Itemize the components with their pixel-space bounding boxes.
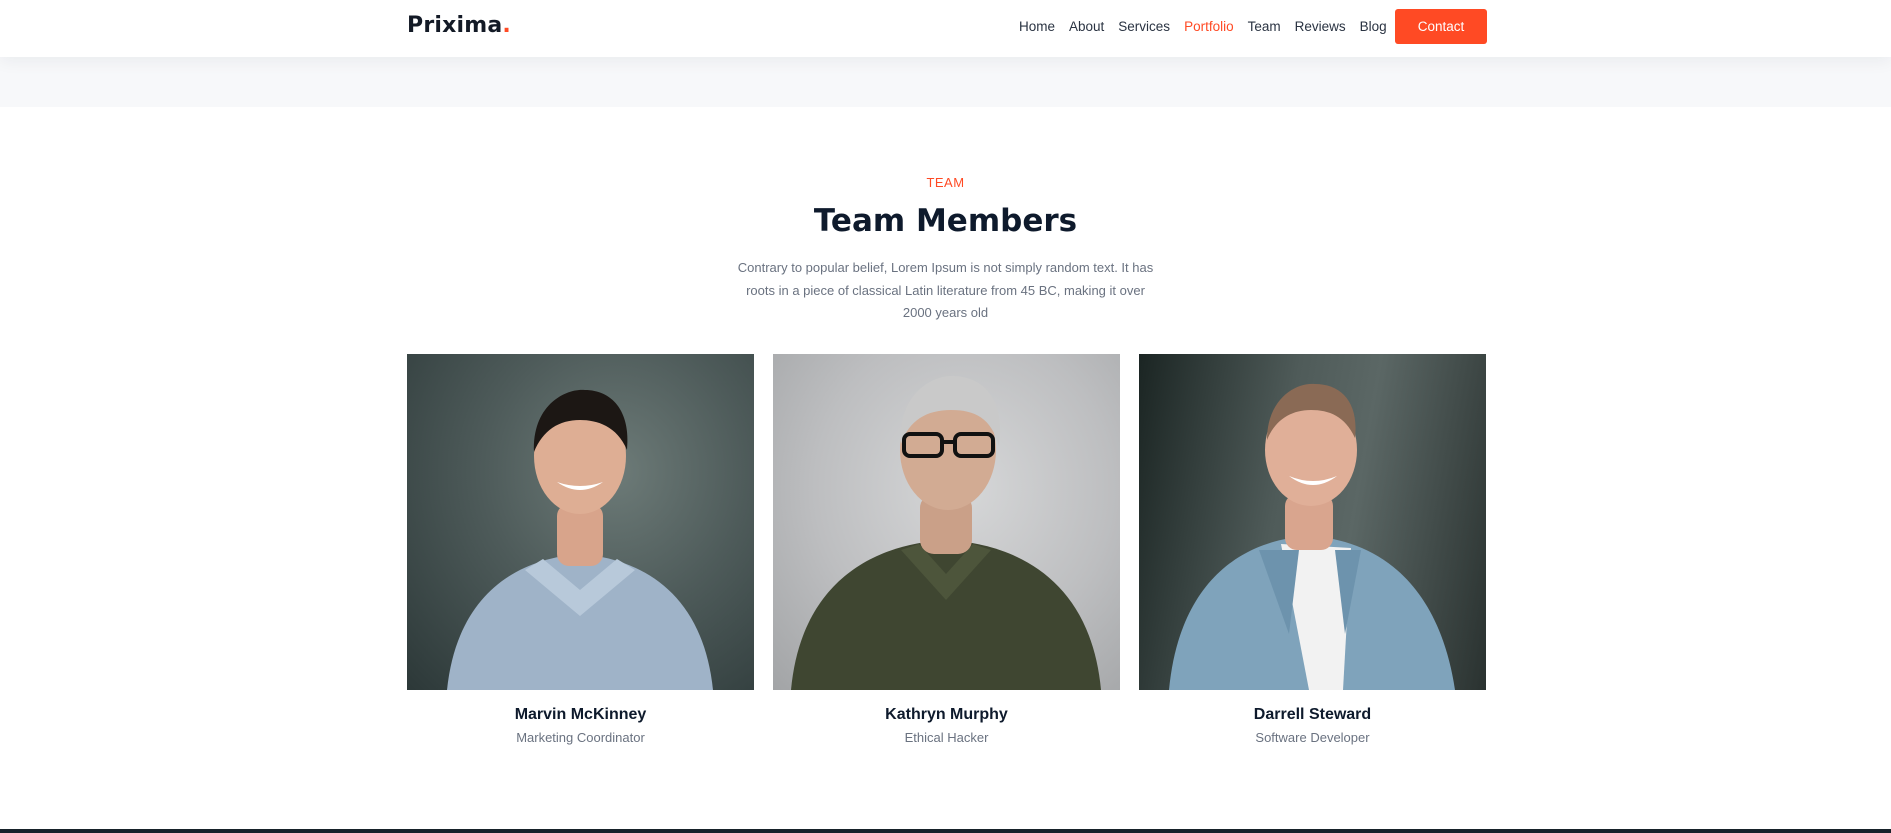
team-member-role: Ethical Hacker	[904, 730, 989, 745]
team-member-photo	[773, 354, 1120, 690]
team-card: Kathryn Murphy Ethical Hacker	[773, 354, 1120, 745]
team-card: Marvin McKinney Marketing Coordinator	[407, 354, 754, 745]
team-member-name: Darrell Steward	[1253, 706, 1372, 723]
team-member-photo	[1139, 354, 1486, 690]
brand-name: Prixima	[407, 13, 503, 38]
nav-item-services[interactable]: Services	[1118, 19, 1170, 34]
person-portrait-icon	[791, 375, 1101, 690]
section-label: TEAM	[926, 175, 965, 190]
nav-item-about[interactable]: About	[1069, 19, 1104, 34]
team-member-photo	[407, 354, 754, 690]
nav-item-blog[interactable]: Blog	[1360, 19, 1387, 34]
team-member-role: Marketing Coordinator	[516, 730, 645, 745]
brand-dot: .	[502, 13, 511, 38]
person-portrait-icon	[1169, 383, 1455, 690]
site-header: Prixima. Home About Services Portfolio T…	[0, 0, 1891, 57]
team-member-role: Software Developer	[1255, 730, 1370, 745]
footer-top-edge	[0, 829, 1891, 833]
brand-logo[interactable]: Prixima.	[407, 13, 511, 38]
team-member-name: Kathryn Murphy	[885, 706, 1008, 723]
team-card: Darrell Steward Software Developer	[1139, 354, 1486, 745]
nav-item-reviews[interactable]: Reviews	[1295, 19, 1346, 34]
team-member-name: Marvin McKinney	[514, 706, 647, 723]
hero-bottom-band	[0, 57, 1891, 107]
nav-item-home[interactable]: Home	[1019, 19, 1055, 34]
person-portrait-icon	[447, 389, 713, 690]
main-nav: Home About Services Portfolio Team Revie…	[1019, 0, 1401, 53]
nav-item-portfolio[interactable]: Portfolio	[1184, 19, 1234, 34]
section-description: Contrary to popular belief, Lorem Ipsum …	[737, 260, 1154, 320]
contact-button[interactable]: Contact	[1395, 9, 1487, 44]
section-title: Team Members	[813, 203, 1078, 239]
nav-item-team[interactable]: Team	[1248, 19, 1281, 34]
